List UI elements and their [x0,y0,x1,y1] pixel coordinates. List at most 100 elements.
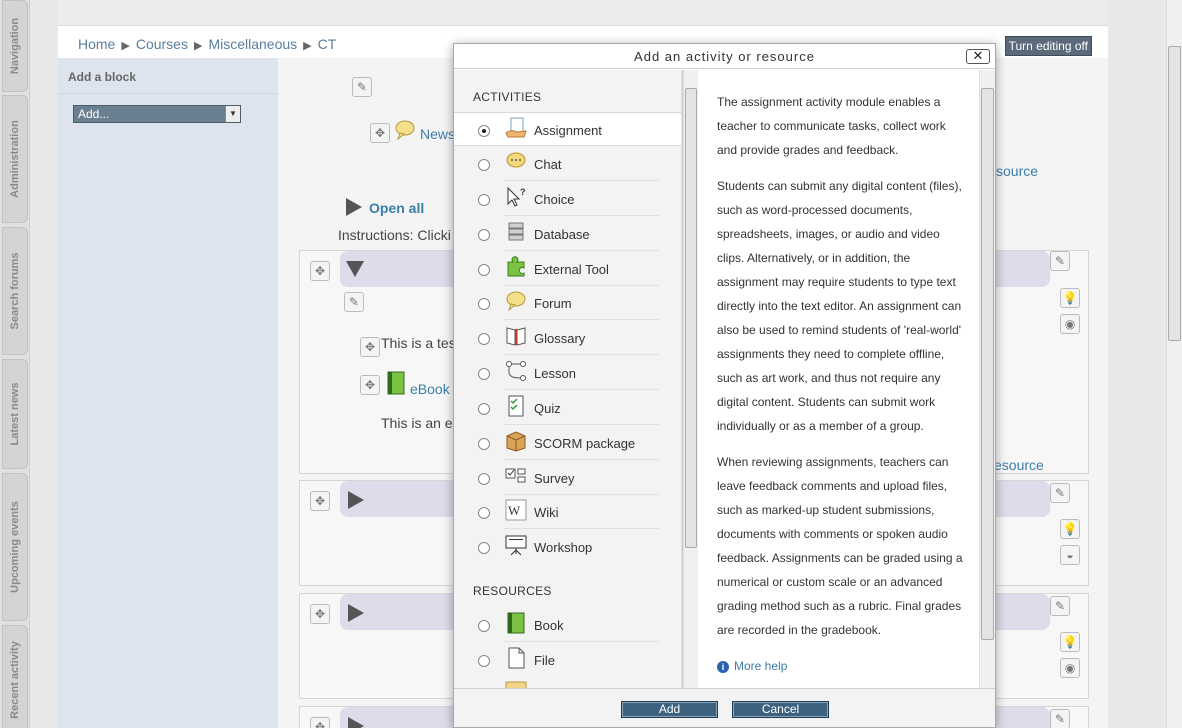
option-radio[interactable] [478,229,490,241]
option-external-tool[interactable]: External Tool [454,252,669,286]
option-radio[interactable] [478,542,490,554]
breadcrumb-ct[interactable]: CT [318,36,337,52]
expand-icon[interactable] [348,717,364,728]
news-forum-link[interactable]: News [420,126,455,142]
option-radio[interactable] [478,473,490,485]
edit-settings-icon[interactable]: ✎ [1050,709,1070,728]
activities-heading: ACTIVITIES [473,90,542,104]
svg-text:W: W [508,503,521,518]
option-radio[interactable] [478,125,490,137]
option-file[interactable]: File [454,643,669,677]
option-forum[interactable]: Forum [454,286,669,320]
options-scrollbar-thumb[interactable] [685,88,697,548]
dock-tab-search-forums[interactable]: Search forums [2,227,28,355]
breadcrumb-courses[interactable]: Courses [136,36,188,52]
edit-settings-icon[interactable]: ✎ [1050,251,1070,271]
breadcrumb-separator: ▶ [121,40,130,52]
option-radio[interactable] [478,264,490,276]
help-paragraph: The assignment activity module enables a… [717,95,946,157]
lightbulb-icon[interactable]: 💡 [1060,632,1080,652]
eye-icon[interactable]: ◉ [1060,314,1080,334]
option-radio[interactable] [478,333,490,345]
ebook-link[interactable]: eBook [410,381,450,397]
option-label: SCORM package [534,436,636,451]
option-radio[interactable] [478,655,490,667]
option-scorm-package[interactable]: SCORM package [454,426,669,460]
module-help-text: The assignment activity module enables a… [717,90,965,678]
option-radio[interactable] [478,159,490,171]
open-all-link[interactable]: Open all [369,200,424,216]
option-choice[interactable]: ? Choice [454,182,669,216]
dock-tab-upcoming-events[interactable]: Upcoming events [2,473,28,621]
option-radio[interactable] [478,194,490,206]
help-scrollbar-thumb[interactable] [981,88,994,640]
move-icon[interactable]: ✥ [360,375,380,395]
choice-icon: ? [507,186,526,207]
lightbulb-icon[interactable]: 💡 [1060,288,1080,308]
add-block-select[interactable]: Add... ▼ [73,105,241,123]
move-icon[interactable]: ✥ [360,337,380,357]
edit-settings-icon[interactable]: ✎ [1050,596,1070,616]
cancel-button[interactable]: Cancel [732,701,829,718]
option-quiz[interactable]: Quiz [454,391,669,425]
option-workshop[interactable]: Workshop [454,530,669,564]
more-help-link[interactable]: i More help [717,654,965,678]
option-radio[interactable] [478,368,490,380]
option-radio[interactable] [478,507,490,519]
add-resource-link[interactable]: esource [994,457,1044,473]
breadcrumb-home[interactable]: Home [78,36,115,52]
help-scrollbar[interactable] [979,70,995,688]
option-radio[interactable] [478,298,490,310]
page-scrollbar-thumb[interactable] [1168,46,1181,341]
option-label: Assignment [534,123,602,138]
eye-closed-icon[interactable]: ◒ [1060,545,1080,565]
option-label: Lesson [534,366,576,381]
page-scrollbar[interactable] [1166,0,1182,728]
breadcrumb-miscellaneous[interactable]: Miscellaneous [208,36,297,52]
external-tool-icon [507,256,525,277]
option-radio[interactable] [478,403,490,415]
dock-tab-label: Administration [9,120,21,198]
assignment-icon [505,117,527,138]
option-label: Database [534,227,590,242]
collapse-icon[interactable] [346,261,364,277]
option-lesson[interactable]: Lesson [454,356,669,390]
option-glossary[interactable]: Glossary [454,321,669,355]
move-icon[interactable]: ✥ [310,604,330,624]
option-book[interactable]: Book [454,608,669,642]
divider [504,528,659,529]
option-radio[interactable] [478,620,490,632]
dock-tab-recent-activity[interactable]: Recent activity [2,625,28,728]
dock-tab-navigation[interactable]: Navigation [2,0,28,92]
divider [504,319,659,320]
option-survey[interactable]: Survey [454,461,669,495]
option-assignment[interactable]: Assignment [454,112,682,146]
edit-settings-icon[interactable]: ✎ [1050,483,1070,503]
move-icon[interactable]: ✥ [370,123,390,143]
edit-settings-icon[interactable]: ✎ [352,77,372,97]
move-icon[interactable]: ✥ [310,261,330,281]
add-block-select-value: Add... [78,107,110,121]
chat-icon [506,152,526,168]
expand-icon[interactable] [348,604,364,622]
add-button[interactable]: Add [621,701,718,718]
add-resource-link[interactable]: source [996,163,1038,179]
dock-tab-administration[interactable]: Administration [2,95,28,223]
close-icon[interactable]: ✕ [966,49,990,64]
expand-icon[interactable] [348,491,364,509]
option-chat[interactable]: Chat [454,147,669,181]
option-database[interactable]: Database [454,217,669,251]
edit-settings-icon[interactable]: ✎ [344,292,364,312]
turn-editing-off-button[interactable]: Turn editing off [1004,36,1092,56]
dock-tab-latest-news[interactable]: Latest news [2,359,28,469]
workshop-icon [505,535,527,556]
dialog-title: Add an activity or resource [454,44,995,69]
options-scrollbar[interactable] [683,70,698,688]
option-radio[interactable] [478,438,490,450]
lightbulb-icon[interactable]: 💡 [1060,519,1080,539]
move-icon[interactable]: ✥ [310,717,330,728]
module-options-pane: ACTIVITIES Assignment Chat ? Choice Data… [454,70,683,688]
option-wiki[interactable]: W Wiki [454,495,669,529]
move-icon[interactable]: ✥ [310,491,330,511]
eye-icon[interactable]: ◉ [1060,658,1080,678]
